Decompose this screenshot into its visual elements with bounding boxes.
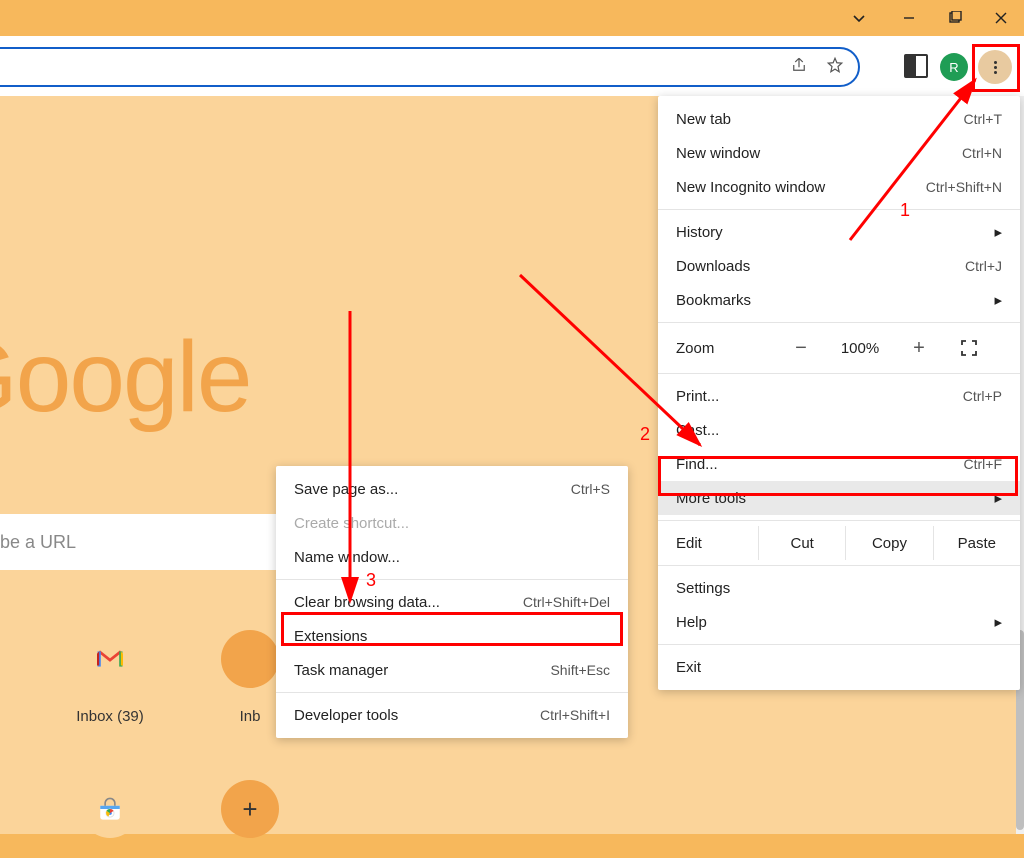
gmail-icon — [81, 630, 139, 688]
edit-label: Edit — [658, 535, 758, 552]
bookmark-star-icon[interactable] — [826, 56, 844, 79]
zoom-out-button[interactable]: − — [776, 337, 826, 360]
shortcut-item[interactable] — [40, 780, 180, 858]
menu-cast[interactable]: Cast... — [658, 413, 1020, 447]
chevron-right-icon: ▸ — [994, 291, 1002, 309]
profile-initial: R — [949, 60, 958, 75]
add-shortcut-button[interactable]: + — [180, 780, 320, 858]
menu-new-tab[interactable]: New tabCtrl+T — [658, 102, 1020, 136]
menu-bookmarks[interactable]: Bookmarks▸ — [658, 283, 1020, 317]
chevron-right-icon: ▸ — [994, 613, 1002, 631]
menu-edit-row: Edit Cut Copy Paste — [658, 526, 1020, 560]
menu-zoom: Zoom − 100% + — [658, 328, 1020, 368]
annotation-label-3: 3 — [366, 570, 376, 591]
annotation-label-1: 1 — [900, 200, 910, 221]
menu-settings[interactable]: Settings — [658, 571, 1020, 605]
maximize-button[interactable] — [932, 0, 978, 36]
chevron-right-icon: ▸ — [994, 223, 1002, 241]
shortcut-item[interactable] — [0, 780, 40, 858]
menu-help[interactable]: Help▸ — [658, 605, 1020, 639]
menu-history[interactable]: History▸ — [658, 215, 1020, 249]
annotation-box-1 — [972, 44, 1020, 92]
shortcut-row: + — [0, 780, 320, 858]
profile-avatar[interactable]: R — [940, 53, 968, 81]
submenu-clear-browsing-data[interactable]: Clear browsing data...Ctrl+Shift+Del — [276, 585, 628, 619]
close-button[interactable] — [978, 0, 1024, 36]
more-tools-submenu: Save page as...Ctrl+S Create shortcut...… — [276, 466, 628, 738]
submenu-create-shortcut: Create shortcut... — [276, 506, 628, 540]
search-placeholder: be a URL — [0, 532, 76, 553]
shortcut-item[interactable] — [0, 630, 40, 725]
chrome-webstore-icon — [81, 780, 139, 838]
share-icon[interactable] — [790, 56, 808, 79]
chrome-main-menu: New tabCtrl+T New windowCtrl+N New Incog… — [658, 96, 1020, 690]
zoom-percent: 100% — [826, 340, 894, 357]
side-panel-icon[interactable] — [904, 54, 928, 78]
submenu-developer-tools[interactable]: Developer toolsCtrl+Shift+I — [276, 698, 628, 732]
menu-downloads[interactable]: DownloadsCtrl+J — [658, 249, 1020, 283]
menu-new-incognito[interactable]: New Incognito windowCtrl+Shift+N — [658, 170, 1020, 204]
submenu-name-window[interactable]: Name window... — [276, 540, 628, 574]
minimize-button[interactable] — [886, 0, 932, 36]
menu-exit[interactable]: Exit — [658, 650, 1020, 684]
submenu-task-manager[interactable]: Task managerShift+Esc — [276, 653, 628, 687]
tab-search-button[interactable] — [836, 0, 882, 36]
shortcut-label: Inbox (39) — [76, 708, 144, 725]
menu-more-tools[interactable]: More tools▸ — [658, 481, 1020, 515]
submenu-save-page[interactable]: Save page as...Ctrl+S — [276, 472, 628, 506]
zoom-label: Zoom — [676, 340, 776, 357]
edit-paste-button[interactable]: Paste — [933, 526, 1020, 560]
zoom-in-button[interactable]: + — [894, 337, 944, 360]
menu-new-window[interactable]: New windowCtrl+N — [658, 136, 1020, 170]
menu-find[interactable]: Find...Ctrl+F — [658, 447, 1020, 481]
edit-cut-button[interactable]: Cut — [758, 526, 845, 560]
fullscreen-icon[interactable] — [944, 339, 994, 357]
shortcut-label: Inb — [240, 708, 261, 725]
shortcut-row: Inbox (39) Inb — [0, 630, 320, 725]
window-controls — [836, 0, 1024, 36]
plus-icon: + — [221, 780, 279, 838]
chevron-right-icon: ▸ — [994, 489, 1002, 507]
google-logo: Google — [0, 320, 250, 435]
annotation-label-2: 2 — [640, 424, 650, 445]
shortcut-icon — [221, 630, 279, 688]
shortcut-item[interactable]: Inbox (39) — [40, 630, 180, 725]
menu-print[interactable]: Print...Ctrl+P — [658, 379, 1020, 413]
edit-copy-button[interactable]: Copy — [845, 526, 932, 560]
omnibox[interactable] — [0, 47, 860, 87]
submenu-extensions[interactable]: Extensions — [276, 619, 628, 653]
